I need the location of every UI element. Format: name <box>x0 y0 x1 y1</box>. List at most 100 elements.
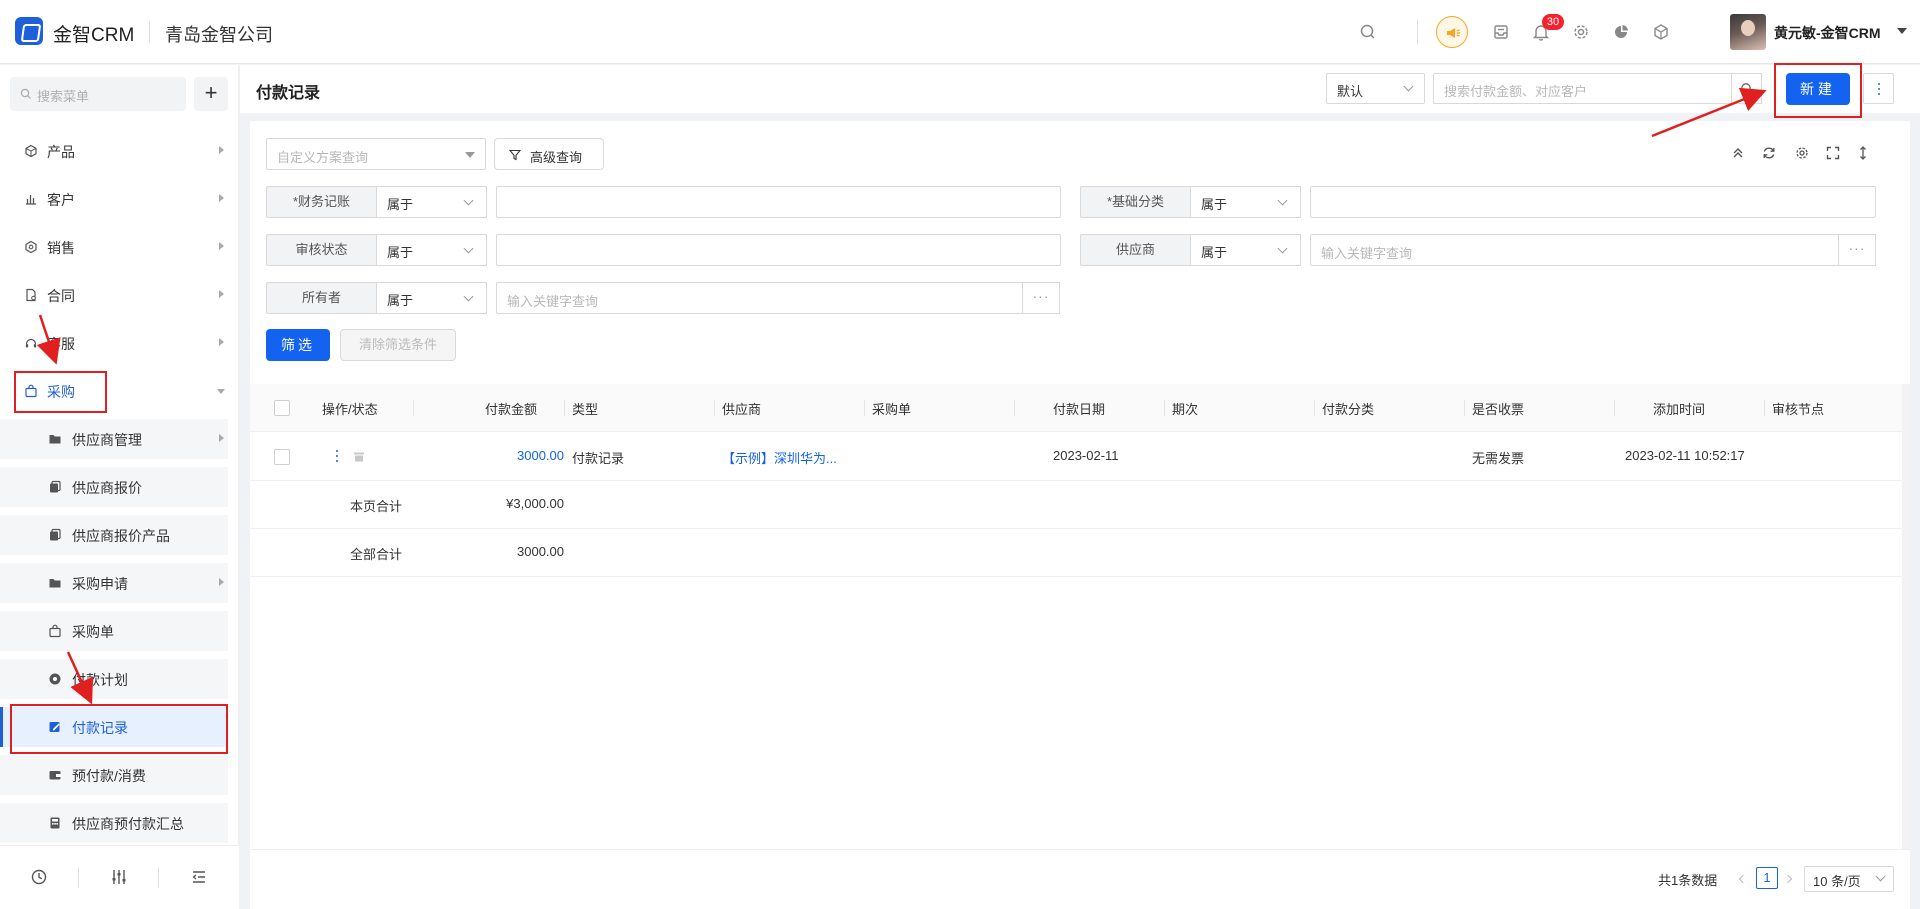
supplier-picker-button[interactable]: ··· <box>1838 234 1876 266</box>
avatar[interactable] <box>1730 14 1766 50</box>
cell-type: 付款记录 <box>572 451 625 466</box>
sliders-icon[interactable] <box>110 868 128 886</box>
column-header[interactable]: 付款日期 <box>1053 399 1105 418</box>
table-scrollbar[interactable] <box>1902 384 1910 849</box>
sidebar-item-sales[interactable]: 销售 <box>0 227 239 267</box>
filter-input-category[interactable] <box>1310 186 1876 218</box>
clear-filter-button[interactable]: 清除筛选条件 <box>340 329 456 361</box>
filter-op-category[interactable]: 属于 <box>1191 186 1301 218</box>
add-menu-button[interactable]: + <box>194 77 228 111</box>
owner-picker-button[interactable]: ··· <box>1022 282 1060 314</box>
search-input[interactable]: 搜索付款金额、对应客户 <box>1433 73 1732 104</box>
edit-icon <box>49 722 60 732</box>
sidebar-item-service[interactable]: 客服 <box>0 323 239 363</box>
sidebar-subitem-payment-record[interactable]: 付款记录 <box>0 707 228 747</box>
chevron-right-icon <box>219 242 224 250</box>
filter-op-audit-status[interactable]: 属于 <box>377 234 487 266</box>
row-height-icon[interactable] <box>1855 145 1871 161</box>
search-placeholder: 搜索付款金额、对应客户 <box>1444 84 1588 99</box>
announcement-icon[interactable] <box>1436 16 1468 48</box>
row-actions-icon[interactable] <box>336 450 339 464</box>
notification-badge: 30 <box>1542 14 1564 30</box>
settings-icon[interactable] <box>1794 145 1810 161</box>
column-header[interactable]: 是否收票 <box>1472 399 1524 418</box>
row-checkbox[interactable] <box>274 449 290 465</box>
table-row[interactable]: 3000.00 付款记录 【示例】深圳华为... 2023-02-11 无需发票… <box>250 433 1910 481</box>
sidebar-subitem-supplier-management[interactable]: 供应商管理 <box>0 419 228 459</box>
inbox-icon[interactable] <box>1490 21 1512 43</box>
user-name[interactable]: 黄元敏-金智CRM <box>1774 23 1881 43</box>
sidebar-item-purchase[interactable]: 采购 <box>0 371 239 411</box>
column-header[interactable]: 付款金额 <box>485 399 537 418</box>
chevron-down-icon <box>1875 871 1886 882</box>
page-size-select[interactable]: 10 条/页 <box>1804 866 1894 892</box>
collapse-up-icon[interactable] <box>1730 145 1746 161</box>
logo-icon <box>15 17 43 45</box>
divider <box>1614 400 1615 416</box>
sidebar-subitem-supplier-quote-product[interactable]: 供应商报价产品 <box>0 515 228 555</box>
bag-icon <box>25 384 37 398</box>
column-header[interactable]: 添加时间 <box>1653 399 1705 418</box>
filter-button[interactable]: 筛选 <box>266 329 330 361</box>
next-page-icon[interactable] <box>1783 874 1793 884</box>
view-select[interactable]: 默认 <box>1326 73 1425 104</box>
search-icon[interactable] <box>1357 21 1379 43</box>
column-header[interactable]: 审核节点 <box>1772 399 1824 418</box>
sidebar-subitem-supplier-quote[interactable]: 供应商报价 <box>0 467 228 507</box>
filter-input-audit-status[interactable] <box>496 234 1061 266</box>
filter-op-owner[interactable]: 属于 <box>377 282 487 314</box>
filter-input-supplier[interactable]: 输入关键字查询 <box>1310 234 1839 266</box>
sidebar-item-product[interactable]: 产品 <box>0 131 239 171</box>
chevron-right-icon <box>219 290 224 298</box>
headset-icon <box>25 338 37 348</box>
sidebar-item-contract[interactable]: 合同 <box>0 275 239 315</box>
column-header[interactable]: 期次 <box>1172 399 1198 418</box>
divider <box>1014 400 1015 416</box>
collapse-menu-icon[interactable] <box>190 868 208 886</box>
advanced-query-button[interactable]: 高级查询 <box>494 138 604 170</box>
filter-input-finance[interactable] <box>496 186 1061 218</box>
menu-search-input[interactable]: 搜索菜单 <box>10 77 186 111</box>
page-number[interactable]: 1 <box>1756 867 1778 889</box>
copy-icon <box>50 528 61 541</box>
company-name[interactable]: 青岛金智公司 <box>165 21 273 47</box>
divider <box>1314 400 1315 416</box>
filter-input-placeholder: 输入关键字查询 <box>507 294 599 309</box>
more-options-button[interactable] <box>1863 73 1894 104</box>
sidebar-subitem-payment-plan[interactable]: 付款计划 <box>0 659 228 699</box>
sidebar-item-label: 销售 <box>47 240 75 256</box>
sidebar-subitem-purchase-request[interactable]: 采购申请 <box>0 563 228 603</box>
search-button[interactable] <box>1731 73 1762 104</box>
column-header[interactable]: 付款分类 <box>1322 399 1374 418</box>
sidebar-item-label: 采购单 <box>72 624 114 640</box>
prev-page-icon[interactable] <box>1738 874 1748 884</box>
top-header: 金智CRM 青岛金智公司 30 黄元敏-金智CRM <box>0 0 1920 64</box>
column-header[interactable]: 操作/状态 <box>322 399 378 418</box>
pie-chart-icon[interactable] <box>1610 21 1632 43</box>
sidebar-item-customer[interactable]: 客户 <box>0 179 239 219</box>
column-header[interactable]: 类型 <box>572 399 598 418</box>
refresh-icon[interactable] <box>1761 145 1777 161</box>
column-header[interactable]: 供应商 <box>722 399 761 418</box>
sidebar-subitem-prepayment[interactable]: 预付款/消费 <box>0 755 228 795</box>
chevron-right-icon <box>219 194 224 202</box>
sidebar-subitem-supplier-prepayment-summary[interactable]: 供应商预付款汇总 <box>0 803 228 843</box>
filter-op-finance[interactable]: 属于 <box>377 186 487 218</box>
select-all-checkbox[interactable] <box>274 400 290 416</box>
chevron-down-icon[interactable] <box>1897 28 1907 34</box>
cube-icon[interactable] <box>1650 21 1672 43</box>
filter-op-value: 属于 <box>387 293 414 308</box>
cell-supplier[interactable]: 【示例】深圳华为... <box>722 448 837 467</box>
new-button[interactable]: 新建 <box>1786 73 1850 105</box>
filter-input-owner[interactable]: 输入关键字查询 <box>496 282 1023 314</box>
sidebar-subitem-purchase-order[interactable]: 采购单 <box>0 611 228 651</box>
custom-scheme-select[interactable]: 自定义方案查询 <box>266 138 486 170</box>
gear-icon[interactable] <box>1570 21 1592 43</box>
history-icon[interactable] <box>30 868 48 886</box>
filter-op-supplier[interactable]: 属于 <box>1191 234 1301 266</box>
cell-amount[interactable]: 3000.00 <box>508 448 564 463</box>
menu-search-placeholder: 搜索菜单 <box>37 89 90 104</box>
sidebar-item-label: 采购 <box>47 384 75 400</box>
fullscreen-icon[interactable] <box>1825 145 1841 161</box>
column-header[interactable]: 采购单 <box>872 399 911 418</box>
